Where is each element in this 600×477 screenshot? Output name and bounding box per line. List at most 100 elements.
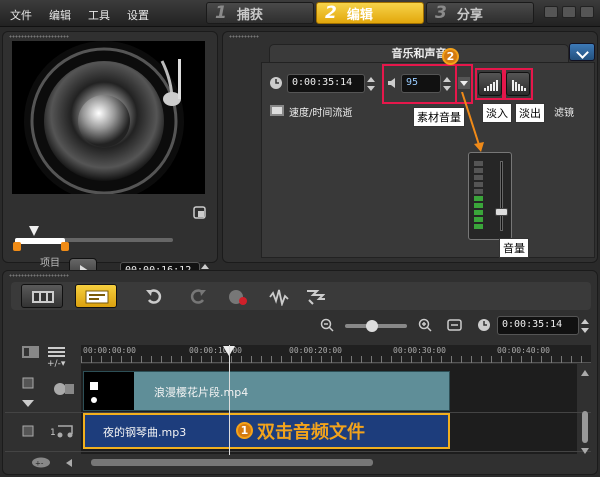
scroll-left-icon[interactable] [65,459,73,467]
menu-settings[interactable]: 设置 [127,7,149,23]
step-label: 捕获 [236,7,263,23]
step-number: 2 [325,3,337,23]
panel-grip[interactable] [229,35,259,38]
clip-type-icons [90,382,98,403]
zoom-slider-knob[interactable] [366,320,378,332]
add-remove-marker[interactable]: +/-▾ [47,359,65,369]
track-separator [5,451,591,452]
step-label: 编辑 [346,7,373,23]
step-capture[interactable]: 1 捕获 [206,2,314,24]
record-capture-icon[interactable] [227,288,247,306]
project-duration: 0:00:35:14 [497,316,579,335]
video-track-icon [54,383,74,395]
meter-level-bar [474,210,483,215]
fade-out-highlight [504,68,533,100]
meter-level-bar [474,217,483,222]
video-clip[interactable]: 浪漫樱花片段.mp4 [83,371,450,411]
meter-level-bar [474,175,483,180]
minimize-button[interactable] [544,6,558,18]
meter-level-bar [474,189,483,194]
zoom-mode-icon[interactable]: +- [31,457,51,468]
scroll-up-icon[interactable] [581,369,589,377]
callout-fade-out: 淡出 [515,103,545,123]
mode-project[interactable]: 项目 [40,254,60,269]
speaker-image [24,41,184,194]
arrow-to-meter [461,92,484,152]
close-button[interactable] [580,6,594,18]
workflow-steps: 1 捕获 2 编辑 3 分享 [206,2,536,24]
redo-icon[interactable] [187,288,207,306]
collapse-options-button[interactable] [569,43,595,61]
svg-text:1: 1 [50,428,56,438]
options-panel: 音乐和声音 0:00:35:14 95 速度/时间流逝 滤镜 2 [222,31,598,263]
window-controls [544,6,594,18]
meter-level-bar [474,203,483,208]
ruler-label: 00:00:30:00 [393,346,446,355]
maximize-button[interactable] [562,6,576,18]
zoom-out-icon[interactable] [320,318,334,332]
fit-project-icon[interactable] [447,318,463,332]
sound-mixer-icon[interactable] [269,288,289,306]
audio-clip[interactable]: 夜的钢琴曲.mp3 1 双击音频文件 [83,413,450,449]
trim-end-handle[interactable] [61,242,69,251]
instruction-text: 双击音频文件 [257,422,365,443]
project-duration-spinner[interactable] [581,318,589,334]
music-tab-label: 音乐和声音 [391,47,447,60]
menu-tools[interactable]: 工具 [88,7,110,23]
menu-edit[interactable]: 编辑 [49,7,71,23]
menu-file[interactable]: 文件 [10,7,32,23]
step-badge-1: 1 [236,422,253,439]
scroll-down-icon[interactable] [581,447,589,455]
step-share[interactable]: 3 分享 [426,2,534,24]
step-number: 1 [215,3,227,23]
playhead-line[interactable] [229,345,230,455]
menu-bar: 文件 编辑 工具 设置 [10,7,166,23]
ruler-label: 00:00:40:00 [497,346,550,355]
track-visible-icon[interactable] [21,376,35,390]
svg-text:+-: +- [35,460,44,468]
meter-level-bar [474,182,483,187]
meter-level-bar [474,168,483,173]
callout-volume-meter: 音量 [499,238,529,258]
trim-start-handle[interactable] [13,242,21,251]
storyboard-icon [32,291,54,303]
audio-clip-name: 夜的钢琴曲.mp3 [103,426,187,439]
vertical-scrollbar[interactable] [582,411,588,443]
step-label: 分享 [456,7,483,23]
duration-spinner[interactable] [367,76,375,92]
ruler-label: 00:00:00:00 [83,346,136,355]
speed-timelapse-label[interactable]: 速度/时间流逝 [289,104,352,119]
zoom-in-icon[interactable] [418,318,432,332]
track-manager-icon[interactable] [21,345,41,359]
volume-slider-track[interactable] [500,161,503,231]
panel-grip[interactable] [9,274,69,277]
enlarge-icon[interactable] [193,206,207,220]
clock-icon [270,77,282,89]
auto-music-icon[interactable] [305,288,325,306]
panel-grip[interactable] [9,35,69,38]
music-tab[interactable]: 音乐和声音 [269,44,569,62]
timeline-view-button[interactable] [75,284,117,308]
top-bar: 文件 编辑 工具 设置 1 捕获 2 编辑 3 分享 [0,0,600,27]
ruler-ticks [81,356,591,363]
step-badge-2: 2 [442,48,459,65]
volume-slider-knob[interactable] [495,208,508,216]
music-track-icon: 1 [50,425,73,438]
step-edit[interactable]: 2 编辑 [316,2,424,24]
horizontal-scrollbar[interactable] [91,459,373,466]
clip-duration[interactable]: 0:00:35:14 [287,74,365,93]
storyboard-view-button[interactable] [21,284,63,308]
meter-level-bar [474,224,483,229]
clip-thumbnail [84,372,134,410]
filter-label[interactable]: 滤镜 [554,104,574,119]
scrubber-handle[interactable] [29,226,39,236]
expand-track-icon[interactable] [21,399,35,409]
meter-level-bar [474,196,483,201]
undo-icon[interactable] [145,288,165,306]
chapter-list-icon[interactable] [47,345,67,359]
track-visible-icon[interactable] [21,424,35,438]
preview-panel: 项目 素材 00:00:16:12 [2,31,218,285]
speed-icon [270,105,284,116]
volume-meter-popup [468,152,512,240]
ruler-label: 00:00:20:00 [289,346,342,355]
